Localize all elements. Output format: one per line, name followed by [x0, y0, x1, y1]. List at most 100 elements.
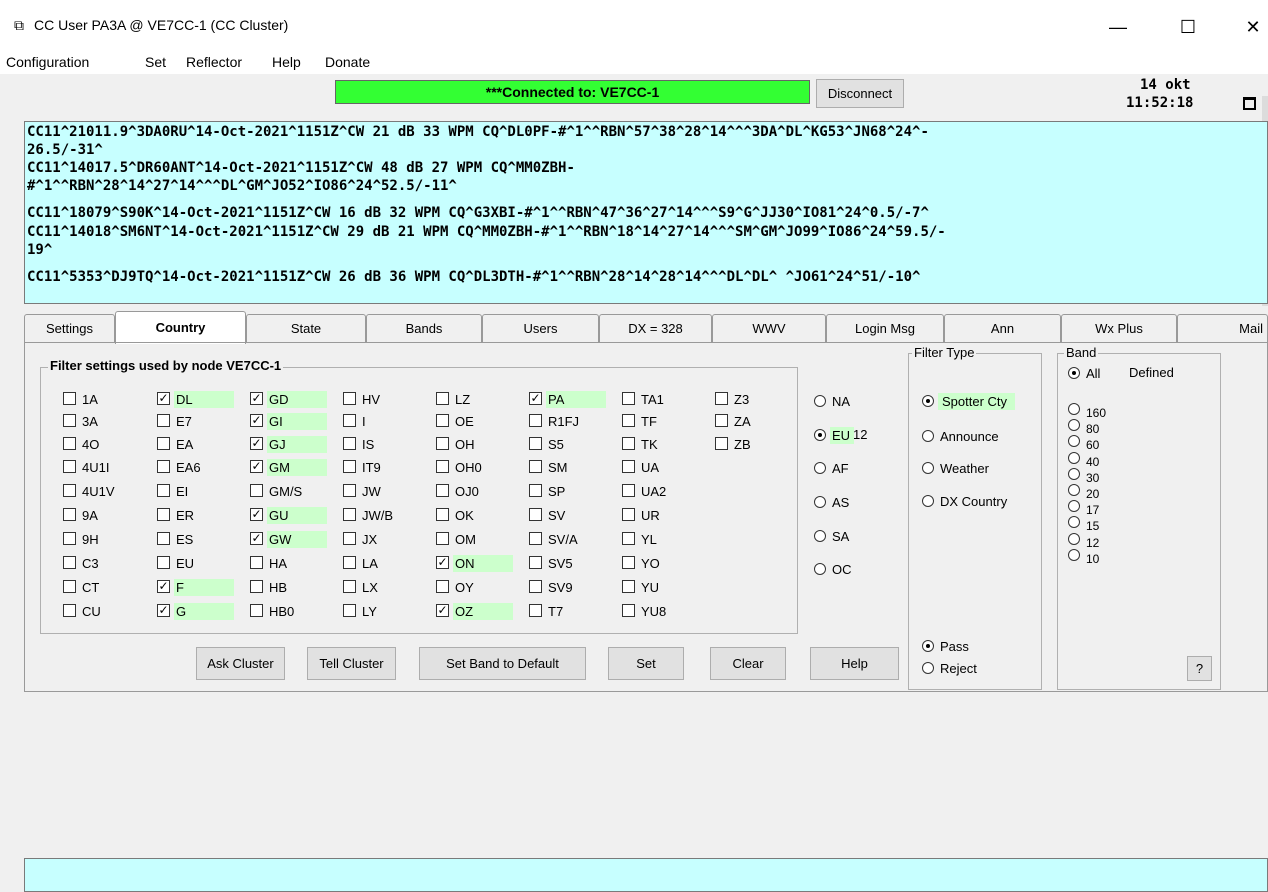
checkbox-icon [436, 392, 449, 405]
command-input[interactable] [24, 858, 1268, 892]
checkmark-icon: ✓ [157, 391, 170, 405]
maximize-button[interactable]: ☐ [1165, 12, 1211, 42]
country-label: CT [82, 580, 100, 595]
radio-icon [922, 430, 934, 442]
country-label: JW/B [362, 508, 394, 523]
ask-cluster-button[interactable]: Ask Cluster [196, 647, 285, 680]
disconnect-button[interactable]: Disconnect [816, 79, 904, 108]
checkbox-icon [157, 484, 170, 497]
menu-set[interactable]: Set [145, 54, 166, 70]
checkbox-icon [250, 484, 263, 497]
checkbox-icon [529, 437, 542, 450]
band-label: 160 [1086, 406, 1107, 420]
checkbox-icon [715, 414, 728, 427]
country-label: YU [641, 580, 660, 595]
help-button[interactable]: Help [810, 647, 899, 680]
country-label: HA [269, 556, 288, 571]
checkbox-icon [157, 460, 170, 473]
clear-button[interactable]: Clear [710, 647, 786, 680]
menu-reflector[interactable]: Reflector [186, 54, 242, 70]
radio-icon [1068, 451, 1080, 464]
country-label: UR [641, 508, 660, 523]
country-label: GM/S [269, 484, 303, 499]
checkbox-icon [63, 484, 76, 497]
band-defined-label: Defined [1129, 365, 1174, 380]
close-button[interactable]: ✕ [1230, 12, 1268, 42]
restore-window-icon[interactable] [1243, 97, 1256, 110]
country-label: 1A [82, 392, 98, 407]
country-label: EA [176, 437, 194, 452]
country-label: LY [362, 604, 377, 619]
country-label: E7 [176, 414, 192, 429]
filter-type-label: Weather [940, 461, 989, 476]
tab-wwv[interactable]: WWV [712, 314, 826, 343]
checkbox-icon [63, 508, 76, 521]
checkbox-icon [157, 532, 170, 545]
tab-settings[interactable]: Settings [24, 314, 115, 343]
set-button[interactable]: Set [608, 647, 684, 680]
spot-line: #^1^^RBN^28^14^27^14^^^DL^GM^JO52^IO86^2… [27, 178, 457, 194]
checkbox-icon [63, 580, 76, 593]
country-label: GU [267, 507, 327, 524]
checkmark-icon: ✓ [250, 391, 263, 405]
country-label: CU [82, 604, 101, 619]
country-label: SV/A [548, 532, 578, 547]
country-label: OK [455, 508, 474, 523]
country-label: OH0 [455, 460, 482, 475]
checkbox-icon [436, 508, 449, 521]
country-label: OM [455, 532, 476, 547]
country-label: SM [548, 460, 568, 475]
tab-bands[interactable]: Bands [366, 314, 482, 343]
checkbox-icon [529, 414, 542, 427]
tab-users[interactable]: Users [482, 314, 599, 343]
checkbox-icon [622, 437, 635, 450]
tab-country[interactable]: Country [115, 311, 246, 344]
menu-configuration[interactable]: Configuration [6, 54, 89, 70]
checkbox-icon [436, 484, 449, 497]
radio-icon [1068, 548, 1080, 561]
tab-wx-plus[interactable]: Wx Plus [1061, 314, 1177, 343]
checkbox-icon [343, 508, 356, 521]
country-label: SP [548, 484, 566, 499]
continent-label: AS [832, 495, 850, 510]
checkbox-icon [622, 532, 635, 545]
checkbox-icon [343, 460, 356, 473]
country-label: G [174, 603, 234, 620]
tab-ann[interactable]: Ann [944, 314, 1061, 343]
menu-donate[interactable]: Donate [325, 54, 370, 70]
radio-icon [814, 395, 826, 407]
country-label: 9A [82, 508, 98, 523]
checkbox-icon [250, 556, 263, 569]
menu-bar: Configuration Set Reflector Help Donate [0, 52, 1268, 74]
band-label: 30 [1086, 470, 1100, 485]
tab-state[interactable]: State [246, 314, 366, 343]
checkmark-icon: ✓ [157, 603, 170, 617]
checkbox-icon [343, 532, 356, 545]
checkbox-icon [63, 392, 76, 405]
checkbox-icon [250, 604, 263, 617]
tab-login-msg[interactable]: Login Msg [826, 314, 944, 343]
spot-output-window[interactable]: CC11^21011.9^3DA0RU^14-Oct-2021^1151Z^CW… [24, 121, 1268, 304]
band-help-button[interactable]: ? [1187, 656, 1212, 681]
country-label: JW [362, 484, 381, 499]
set-band-default-button[interactable]: Set Band to Default [419, 647, 586, 680]
continent-label: SA [832, 529, 850, 544]
continent-label: NA [832, 394, 851, 409]
band-label: 15 [1086, 519, 1100, 534]
checkbox-icon [343, 604, 356, 617]
radio-icon [814, 530, 826, 542]
checkbox-icon [715, 392, 728, 405]
menu-help[interactable]: Help [272, 54, 301, 70]
checkbox-icon [622, 508, 635, 521]
tab-dx[interactable]: DX = 328 [599, 314, 712, 343]
radio-icon [922, 495, 934, 507]
tab-mail[interactable]: Mail [1177, 314, 1268, 343]
country-label: GW [267, 531, 327, 548]
country-label: I [362, 414, 366, 429]
checkmark-icon: ✓ [250, 459, 263, 473]
country-label: LZ [455, 392, 471, 407]
app-window-icon[interactable]: ⧉ [14, 18, 24, 32]
minimize-button[interactable]: — [1095, 12, 1141, 42]
tell-cluster-button[interactable]: Tell Cluster [307, 647, 396, 680]
checkbox-icon [529, 580, 542, 593]
